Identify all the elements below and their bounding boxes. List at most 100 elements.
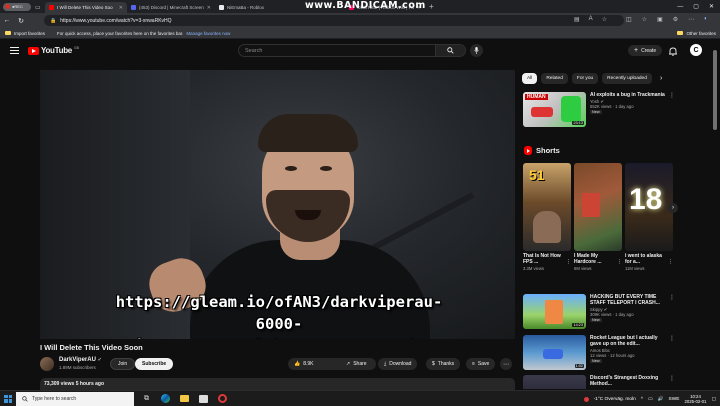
create-button[interactable]: + Create: [628, 45, 663, 56]
folder-icon: [677, 31, 684, 35]
chip-related[interactable]: Related: [541, 73, 568, 84]
video-duration: 1:02: [574, 364, 584, 368]
task-view-icon[interactable]: ⧉: [140, 392, 153, 405]
recommended-video[interactable]: HUMAN 23:13 AI exploits a bug in Trackma…: [523, 92, 675, 128]
immersive-reader-icon[interactable]: ▤: [574, 16, 580, 23]
more-vertical-icon[interactable]: ⋮: [617, 259, 622, 265]
more-vertical-icon[interactable]: ⋮: [669, 335, 675, 342]
page-scrollbar[interactable]: [713, 40, 717, 382]
close-window-icon[interactable]: ✕: [709, 3, 714, 10]
taskbar-clock[interactable]: 10:24 2025-02-01: [684, 394, 706, 405]
recommended-video[interactable]: 14:23 HACKING BUT EVERY TIME STAFF TELEP…: [523, 294, 675, 330]
download-button[interactable]: ⤓ Download: [378, 358, 418, 370]
recommended-video[interactable]: 1:02 Rocket League but I actually gave u…: [523, 335, 675, 371]
file-explorer-icon[interactable]: [178, 392, 191, 405]
like-button[interactable]: 👍 8.9K: [288, 360, 345, 368]
search-input[interactable]: [239, 45, 435, 56]
youtube-logo[interactable]: YouTube GB: [28, 46, 79, 55]
short-thumbnail[interactable]: 51: [523, 163, 571, 251]
overlay-line-1: https://gleam.io/ofAN3/darkviperau-6000-: [115, 293, 443, 333]
video-thumbnail[interactable]: 1:02: [523, 335, 586, 370]
edge-icon[interactable]: [159, 392, 172, 405]
tab-youtube-video[interactable]: I Will Delete This Video Soo ✕: [45, 2, 127, 13]
share-button[interactable]: ↗ Share: [340, 358, 373, 370]
voice-search-button[interactable]: [470, 44, 483, 57]
back-arrow-icon[interactable]: ←: [0, 17, 14, 24]
other-favorites-button[interactable]: Other favorites: [677, 31, 716, 36]
menu-hamburger-icon[interactable]: [10, 47, 19, 54]
short-thumbnail[interactable]: [574, 163, 622, 251]
more-vertical-icon[interactable]: ⋮: [668, 259, 673, 265]
import-favorites-button[interactable]: Import favorites: [5, 31, 45, 36]
thanks-button[interactable]: $ Thanks: [426, 358, 461, 370]
short-item[interactable]: 18 i went to alaska for a... 11M views ⋮: [625, 163, 673, 271]
thumbnail-car: [543, 349, 563, 359]
plus-icon: +: [634, 47, 639, 54]
language-indicator[interactable]: SWE: [669, 397, 680, 402]
shorts-next-button[interactable]: ›: [668, 203, 678, 213]
refresh-icon[interactable]: ↻: [14, 17, 28, 25]
volume-icon[interactable]: 🔊: [658, 397, 664, 402]
join-button[interactable]: Join: [110, 358, 136, 370]
subscribe-button[interactable]: Subscribe: [135, 358, 174, 370]
split-screen-icon[interactable]: ◫: [626, 16, 632, 23]
start-button[interactable]: [0, 391, 16, 406]
chip-recently-uploaded[interactable]: Recently uploaded: [602, 73, 652, 84]
channel-name[interactable]: DarkViperAU ✔: [59, 357, 102, 363]
tab-discord[interactable]: (453) Discord | Minecraft Screenl ✕: [127, 2, 215, 13]
video-thumbnail[interactable]: [523, 375, 586, 389]
channel-avatar[interactable]: [40, 357, 54, 371]
weather-text[interactable]: -1°C Overväg. moln: [594, 397, 636, 402]
network-icon[interactable]: ▭: [648, 397, 653, 402]
more-options-icon[interactable]: ⋯: [688, 16, 694, 23]
tab-roblox[interactable]: NiEmaBa - Roblox: [215, 2, 285, 13]
recommended-video[interactable]: Discord's Strangest Doxxing Method... ⋮: [523, 375, 673, 389]
extensions-icon[interactable]: ⚙: [673, 16, 678, 23]
copilot-icon[interactable]: ◐: [704, 16, 708, 23]
short-item[interactable]: I Made My Hardcore ... 6M views ⋮: [574, 163, 622, 271]
save-button[interactable]: ≡ Save: [466, 358, 496, 370]
chip-for-you[interactable]: For you: [571, 73, 599, 84]
notification-icon[interactable]: ▢: [711, 397, 716, 402]
more-actions-button[interactable]: ⋯: [500, 358, 512, 370]
shorts-heading: Shorts: [524, 146, 560, 155]
short-title: i went to alaska for a...: [625, 253, 662, 265]
more-vertical-icon[interactable]: ⋮: [669, 92, 675, 99]
video-thumbnail[interactable]: HUMAN 23:13: [523, 92, 586, 127]
favorite-star-icon[interactable]: ☆: [602, 16, 607, 23]
bandicam-icon[interactable]: [216, 392, 229, 405]
save-playlist-icon: ≡: [472, 361, 475, 367]
new-tab-button[interactable]: +: [429, 2, 434, 11]
more-vertical-icon[interactable]: ⋮: [669, 375, 673, 382]
maximize-icon[interactable]: ▢: [693, 3, 699, 10]
chevron-right-icon[interactable]: ›: [660, 75, 662, 82]
search-button[interactable]: [435, 45, 465, 56]
address-bar[interactable]: 🔒 https://www.youtube.com/watch?v=3-xnwa…: [44, 15, 624, 26]
collections-icon[interactable]: ▣: [657, 16, 663, 23]
tab-actions-button[interactable]: ▭: [31, 2, 45, 13]
store-icon[interactable]: [197, 392, 210, 405]
search-icon: [22, 395, 28, 402]
video-person-eye: [320, 166, 332, 171]
short-thumbnail[interactable]: 18: [625, 163, 673, 251]
video-title: Rocket League but I actually gave up on …: [590, 335, 658, 347]
notifications-button[interactable]: [668, 46, 678, 56]
video-thumbnail[interactable]: 14:23: [523, 294, 586, 329]
manage-favorites-link[interactable]: Manage favorites now: [186, 31, 230, 36]
close-tab-icon[interactable]: ✕: [119, 5, 123, 11]
filter-chips: All Related For you Recently uploaded: [522, 73, 652, 84]
chevron-up-icon[interactable]: ^: [641, 397, 643, 402]
read-aloud-icon[interactable]: A: [589, 16, 593, 23]
video-person-hair: [258, 114, 358, 152]
favorites-icon[interactable]: ☆: [642, 16, 647, 23]
chip-all[interactable]: All: [522, 73, 538, 84]
account-avatar[interactable]: C: [690, 44, 702, 56]
taskbar-search[interactable]: Type here to search: [16, 391, 134, 406]
video-player[interactable]: https://gleam.io/ofAN3/darkviperau-6000-…: [40, 70, 515, 339]
more-vertical-icon[interactable]: ⋮: [566, 259, 571, 265]
address-bar-actions: ▤ A ☆: [574, 16, 607, 23]
short-item[interactable]: 51 That Is Not How FPS ... 3.3M views ⋮: [523, 163, 571, 271]
more-vertical-icon[interactable]: ⋮: [669, 294, 675, 301]
close-tab-icon[interactable]: ✕: [207, 5, 211, 11]
minimize-icon[interactable]: —: [677, 4, 683, 10]
